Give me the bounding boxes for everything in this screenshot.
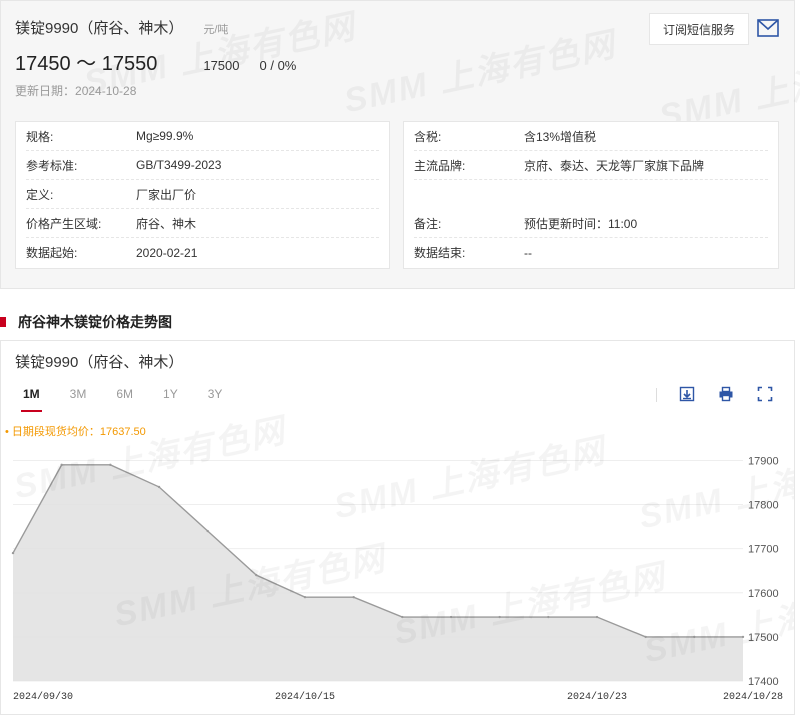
spec-row: 数据起始: 2020-02-21 [26, 238, 379, 267]
spec-row: 参考标准: GB/T3499-2023 [26, 151, 379, 180]
data-point [255, 573, 258, 577]
spec-row: 数据结束: -- [414, 238, 768, 267]
subscribe-sms-button[interactable]: 订阅短信服务 [649, 13, 749, 45]
data-point [206, 529, 209, 533]
y-tick-label: 17500 [748, 632, 779, 644]
spec-row: 主流品牌: 京府、泰达、天龙等厂家旗下品牌 [414, 151, 768, 180]
spec-value: 2020-02-21 [136, 245, 198, 260]
toolbar-divider [656, 388, 657, 402]
chart-title: 镁锭9990（府谷、神木） [15, 354, 184, 371]
spec-label: 参考标准: [26, 158, 78, 173]
spec-value: 含13%增值税 [524, 129, 597, 144]
series-area [13, 464, 743, 681]
price-unit: 元/吨 [203, 24, 229, 36]
data-point [693, 635, 696, 639]
period-tabs: 1M 3M 6M 1Y 3Y [21, 387, 252, 412]
data-point [303, 595, 307, 599]
data-point [11, 551, 15, 555]
update-date: 更新日期：2024-10-28 [15, 84, 137, 98]
spec-table-right: 含税: 含13%增值税主流品牌: 京府、泰达、天龙等厂家旗下品牌备注: 预估更新时间：… [403, 121, 779, 269]
download-icon[interactable] [679, 386, 695, 402]
y-tick-label: 17400 [748, 676, 779, 688]
spec-value: 预估更新时间：11:00 [524, 216, 638, 231]
y-tick-label: 17800 [748, 500, 779, 512]
tab-6m[interactable]: 6M [116, 387, 133, 409]
product-title: 镁锭9990（府谷、神木） [15, 20, 184, 37]
spec-value: 府谷、神木 [136, 216, 197, 231]
price-range: 17450 ～ 17550 [15, 53, 158, 75]
data-point [644, 635, 647, 639]
spec-value: 京府、泰达、天龙等厂家旗下品牌 [524, 158, 705, 173]
data-point [595, 615, 599, 619]
average-price: 17500 [203, 58, 240, 73]
spec-value: Mg≥99.9% [136, 129, 194, 143]
x-tick-label: 2024/09/30 [13, 691, 73, 703]
spec-value: -- [524, 245, 532, 260]
spec-label: 含税: [414, 129, 442, 144]
watermark: SMM 上海有色网 [339, 17, 620, 122]
data-point [449, 615, 453, 619]
spec-row: 备注: 预估更新时间：11:00 [414, 209, 768, 238]
section-heading-text: 府谷神木镁锭价格走势图 [18, 314, 172, 330]
spec-label: 备注: [414, 216, 442, 231]
data-point [498, 615, 501, 619]
print-icon[interactable] [718, 386, 734, 402]
spec-label: 主流品牌: [414, 158, 466, 173]
data-point [60, 463, 63, 467]
tab-3m[interactable]: 3M [70, 387, 87, 409]
spec-value: GB/T3499-2023 [136, 158, 222, 172]
y-tick-label: 17600 [748, 588, 779, 600]
period-average-note: • 日期段现货均价：17637.50 [5, 426, 146, 438]
spec-label: 规格: [26, 129, 54, 144]
tab-3y[interactable]: 3Y [208, 387, 223, 409]
spec-label: 数据结束: [414, 246, 466, 260]
spec-row: 含税: 含13%增值税 [414, 122, 768, 151]
spec-row: 价格产生区域: 府谷、神木 [26, 209, 379, 238]
x-tick-label: 2024/10/28 [723, 691, 783, 703]
spec-row: 规格: Mg≥99.9% [26, 122, 379, 151]
data-point [547, 615, 550, 619]
data-point [157, 485, 161, 489]
x-tick-label: 2024/10/15 [275, 691, 335, 703]
spec-label: 价格产生区域: [26, 216, 102, 231]
data-point [109, 463, 112, 467]
spec-table-left: 规格: Mg≥99.9% 参考标准: GB/T3499-2023 定义: 厂家出厂价价格产… [15, 121, 390, 269]
data-point [352, 595, 355, 599]
spec-value: 厂家出厂价 [136, 187, 197, 202]
fullscreen-icon[interactable] [757, 386, 773, 402]
tab-1m[interactable]: 1M [21, 387, 42, 412]
price-card: SMM 上海有色网 SMM 上海有色网 SMM 上海有色网 镁锭9990（府谷、… [0, 0, 800, 289]
x-tick-label: 2024/10/23 [567, 691, 627, 703]
mail-icon[interactable] [757, 19, 779, 37]
price-change: 0 / 0% [259, 58, 297, 73]
tab-1y[interactable]: 1Y [163, 387, 178, 409]
data-point [401, 615, 404, 619]
spec-label: 数据起始: [26, 246, 78, 260]
section-heading: 府谷神木镁锭价格走势图 [0, 312, 172, 332]
spec-label: 定义: [26, 187, 54, 202]
spec-row: 定义: 厂家出厂价 [26, 180, 379, 209]
y-tick-label: 17900 [748, 455, 779, 467]
section-marker [0, 317, 6, 327]
data-point [741, 635, 745, 639]
chart-panel: 17400 17500 17600 17700 17800 17900 2024/09/30… [0, 340, 795, 715]
y-tick-label: 17700 [748, 544, 779, 556]
